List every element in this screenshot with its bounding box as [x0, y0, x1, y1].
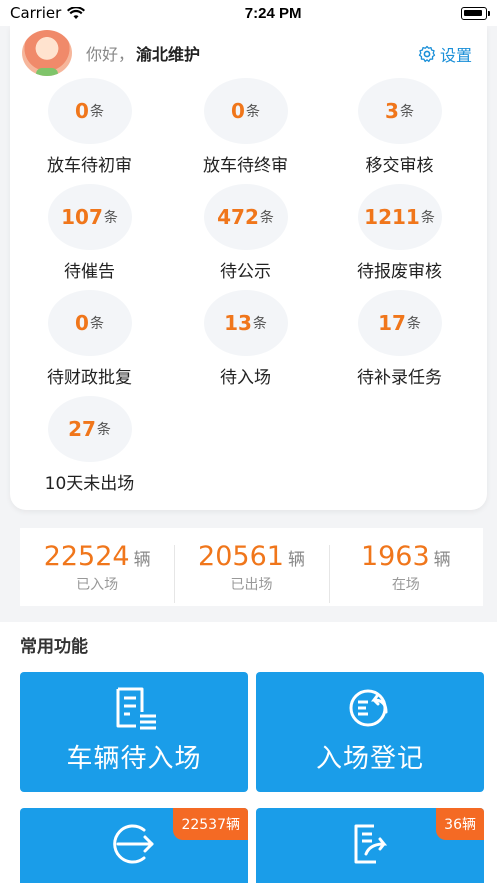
entry-register-tile[interactable]: 入场登记: [256, 672, 484, 792]
task-item[interactable]: 1211 条 待报废审核: [320, 184, 479, 282]
task-item[interactable]: 472 条 待公示: [166, 184, 325, 282]
task-label: 放车待终审: [203, 156, 288, 176]
greeting-text: 你好，: [86, 45, 135, 64]
task-unit: 条: [406, 316, 421, 332]
task-label: 放车待初审: [47, 156, 132, 176]
task-label: 待补录任务: [357, 368, 442, 388]
task-count: 27: [68, 417, 96, 441]
task-count-bubble: 17 条: [357, 290, 442, 356]
task-label: 待催告: [64, 262, 115, 282]
count-badge: 22537辆: [173, 808, 248, 840]
task-count: 107: [61, 205, 103, 229]
task-unit: 条: [259, 210, 274, 226]
task-unit: 条: [399, 104, 414, 120]
task-item[interactable]: 0条 放车待终审: [166, 78, 325, 176]
task-label: 10天未出场: [44, 474, 135, 494]
stat-unit: 辆: [133, 549, 151, 570]
vehicle-stats: 22524 辆 已入场 20561 辆 已出场 1963 辆 在场: [20, 528, 483, 606]
battery-icon: [460, 6, 490, 20]
task-count-bubble: 0条: [47, 78, 132, 144]
settings-label: 设置: [439, 46, 472, 65]
status-bar: Carrier 7:24 PM: [0, 0, 497, 26]
enter-circle-icon: [349, 689, 388, 727]
task-count: 17: [378, 311, 406, 335]
task-count: 0: [75, 311, 89, 335]
clock: 7:24 PM: [244, 4, 302, 22]
task-label: 待入场: [220, 368, 271, 388]
task-unit: 条: [420, 210, 435, 226]
task-count-bubble: 107 条: [47, 184, 132, 250]
task-unit: 条: [96, 422, 111, 438]
task-count: 0: [75, 99, 89, 123]
task-unit: 条: [103, 210, 118, 226]
task-item[interactable]: 27 条 10天未出场: [10, 396, 169, 494]
count-badge: 36辆: [436, 808, 484, 840]
stat-on-site[interactable]: 1963 辆 在场: [328, 540, 483, 603]
task-item[interactable]: 17 条 待补录任务: [320, 290, 479, 388]
task-item[interactable]: 3条 移交审核: [320, 78, 479, 176]
task-count: 0: [231, 99, 245, 123]
task-label: 待财政批复: [47, 368, 132, 388]
task-item[interactable]: 13 条 待入场: [166, 290, 325, 388]
stat-unit: 辆: [433, 549, 451, 570]
stat-entered[interactable]: 22524 辆 已入场: [20, 541, 174, 594]
tile-label: 车辆待入场: [66, 744, 202, 774]
task-count-bubble: 3条: [357, 78, 442, 144]
user-row: 你好， 渝北维护 设置: [22, 30, 482, 76]
task-count-bubble: 0条: [47, 290, 132, 356]
tile-label: 入场登记: [315, 744, 424, 774]
gear-icon: [418, 45, 436, 63]
exit-tile[interactable]: 22537辆: [20, 808, 248, 883]
document-share-icon: [354, 824, 388, 864]
task-count: 3: [385, 99, 399, 123]
common-functions: 常用功能 车辆待入场 入场登记 22537辆 36辆: [0, 622, 497, 883]
task-unit: 条: [89, 104, 104, 120]
task-unit: 条: [252, 316, 267, 332]
task-unit: 条: [245, 104, 260, 120]
task-label: 待公示: [220, 262, 271, 282]
wifi-icon: [67, 6, 86, 19]
task-count-bubble: 472 条: [203, 184, 288, 250]
task-item[interactable]: 0条 放车待初审: [10, 78, 169, 176]
task-count-bubble: 1211 条: [357, 184, 442, 250]
task-label: 待报废审核: [357, 262, 442, 282]
todo-card: 你好， 渝北维护 设置 0条 放车待初审 0条 放车待终审 3条 移交审核 10…: [10, 26, 487, 510]
task-count-bubble: 0条: [203, 78, 288, 144]
task-count-bubble: 13 条: [203, 290, 288, 356]
section-title: 常用功能: [20, 637, 88, 657]
task-item[interactable]: 107 条 待催告: [10, 184, 169, 282]
stat-value: 1963: [360, 540, 430, 572]
stat-value: 20561: [198, 540, 284, 572]
stat-label: 在场: [391, 576, 420, 593]
task-count: 13: [224, 311, 252, 335]
settings-button[interactable]: 设置: [418, 42, 472, 66]
task-count-bubble: 27 条: [47, 396, 132, 462]
avatar[interactable]: [22, 30, 72, 76]
user-name: 渝北维护: [136, 45, 201, 64]
exit-circle-icon: [113, 824, 154, 864]
task-item[interactable]: 0条 待财政批复: [10, 290, 169, 388]
stat-value: 22524: [43, 540, 130, 572]
stat-label: 已入场: [76, 576, 119, 593]
task-count: 472: [217, 205, 259, 229]
task-unit: 条: [89, 316, 104, 332]
task-count: 1211: [364, 205, 420, 229]
task-label: 移交审核: [365, 156, 434, 176]
stat-label: 已出场: [230, 576, 273, 593]
document-list-icon: [116, 687, 156, 730]
transfer-tile[interactable]: 36辆: [256, 808, 484, 883]
carrier-label: Carrier: [10, 4, 62, 22]
stat-exited[interactable]: 20561 辆 已出场: [174, 540, 328, 603]
pending-entry-tile[interactable]: 车辆待入场: [20, 672, 248, 792]
stat-unit: 辆: [287, 549, 305, 570]
